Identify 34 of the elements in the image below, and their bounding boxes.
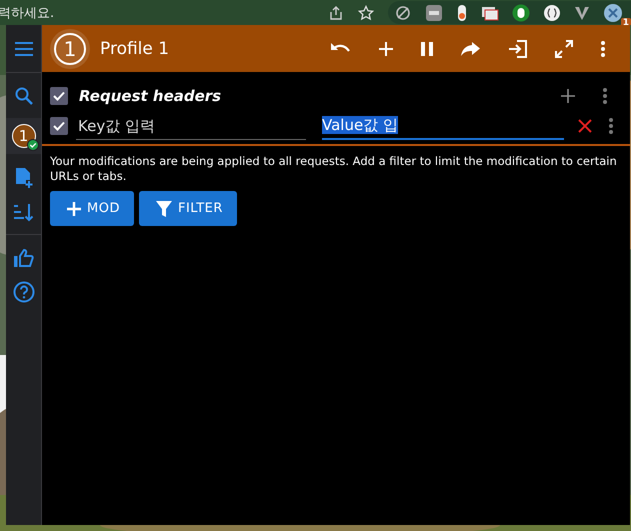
- profile-name: Profile 1: [100, 38, 170, 58]
- v-logo-icon[interactable]: [574, 4, 590, 20]
- checkbox[interactable]: [50, 117, 68, 135]
- menu-icon[interactable]: [14, 40, 34, 56]
- pause-icon[interactable]: [420, 40, 434, 56]
- check-icon: [27, 139, 39, 151]
- share-icon[interactable]: [328, 4, 344, 20]
- add-mod-button[interactable]: MOD: [50, 191, 134, 226]
- braces-icon[interactable]: [543, 4, 561, 22]
- mouse-icon[interactable]: [512, 4, 530, 22]
- sort-icon[interactable]: [12, 202, 34, 222]
- search-icon[interactable]: [14, 86, 34, 106]
- checkbox[interactable]: [50, 87, 68, 105]
- key-field[interactable]: Key값 입력: [76, 112, 306, 140]
- thumbs-up-icon[interactable]: [12, 248, 34, 268]
- more-icon[interactable]: [602, 87, 608, 105]
- more-icon[interactable]: [608, 117, 614, 135]
- notice-text: Your modifications are being applied to all requests. Add a filter to limit the modification to certain URLs or tabs.: [50, 154, 618, 184]
- value-field[interactable]: Value값 입: [322, 112, 564, 140]
- help-icon[interactable]: [12, 281, 34, 303]
- file-add-icon[interactable]: [14, 167, 34, 189]
- plus-icon: [66, 200, 82, 216]
- more-icon[interactable]: [600, 40, 606, 58]
- expand-icon[interactable]: [554, 38, 574, 58]
- section-title: Request headers: [79, 87, 222, 105]
- delete-icon[interactable]: [578, 119, 592, 133]
- filter-button[interactable]: FILTER: [138, 191, 237, 226]
- filter-icon: [154, 200, 173, 218]
- add-icon[interactable]: [560, 88, 576, 104]
- redo-icon[interactable]: [460, 40, 482, 58]
- profile-avatar[interactable]: 1: [6, 118, 41, 154]
- star-icon[interactable]: [358, 4, 374, 20]
- profile-number[interactable]: 1: [50, 28, 90, 68]
- login-icon[interactable]: [508, 38, 528, 58]
